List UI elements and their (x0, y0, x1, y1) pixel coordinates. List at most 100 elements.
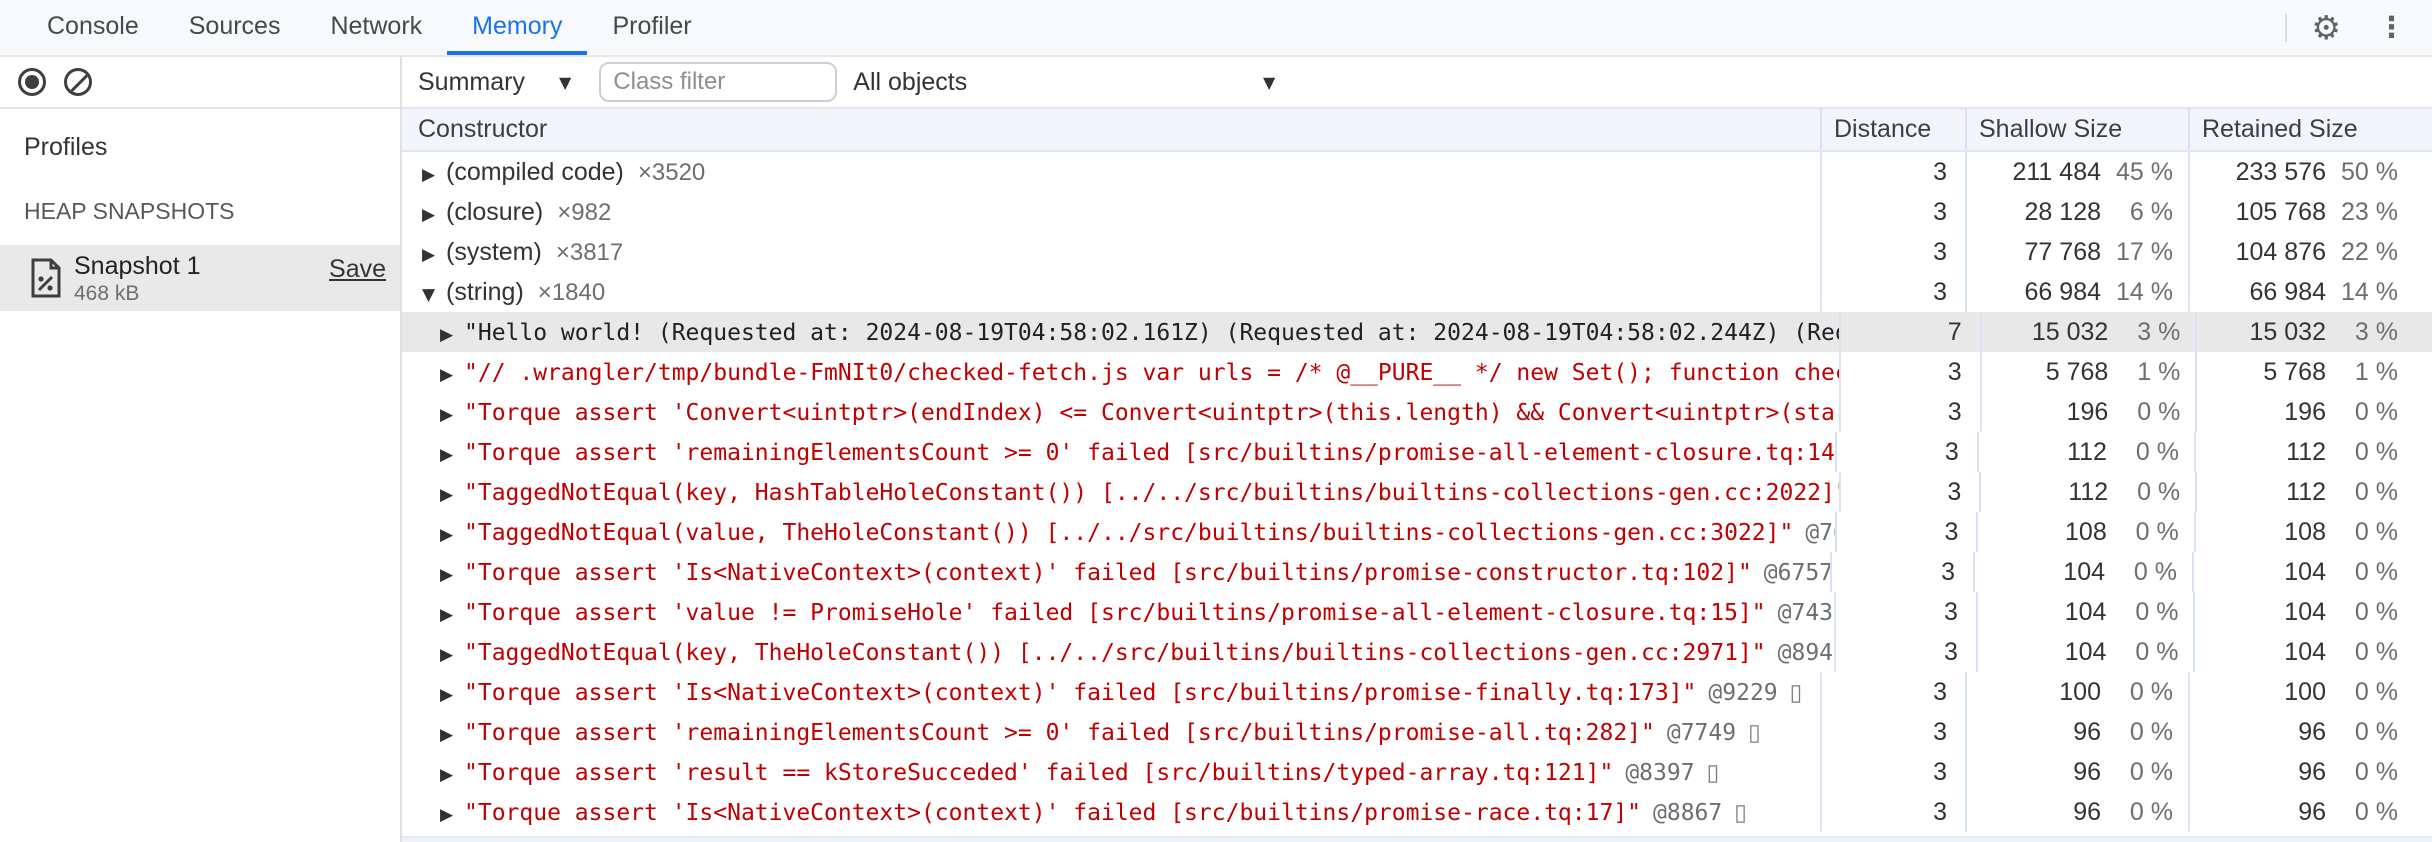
object-id: @9229 (1708, 680, 1778, 706)
tab-network[interactable]: Network (305, 0, 447, 55)
save-snapshot-link[interactable]: Save (329, 255, 386, 284)
constructor-cell[interactable]: ▶ (system) ×3817 (402, 232, 1822, 272)
constructor-cell[interactable]: ▶ "Torque assert 'Is<NativeContext>(conte… (402, 672, 1822, 712)
column-header-distance[interactable]: Distance (1822, 109, 1967, 150)
retained-size-percent: 14 % (2341, 278, 2398, 306)
shallow-size-value: 96 (2073, 758, 2101, 786)
constructor-cell[interactable]: ▶ "Torque assert 'Convert<uintptr>(endInd… (402, 392, 1842, 432)
heap-grid-row[interactable]: ▶ "Hello world! (Requested at: 2024-08-19… (402, 312, 2432, 352)
constructor-cell[interactable]: ▶ "Torque assert 'remainingElementsCount … (402, 432, 1838, 472)
constructor-name: "Torque assert 'Is<NativeContext>(contex… (464, 680, 1697, 706)
disclosure-triangle-icon[interactable]: ▶ (440, 355, 464, 392)
shallow-size-value: 5 768 (2045, 358, 2109, 386)
retained-size-percent: 50 % (2341, 158, 2398, 186)
heap-grid-row[interactable]: ▶ "Torque assert 'Is<NativeContext>(conte… (402, 792, 2432, 832)
class-filter-input[interactable] (599, 62, 838, 102)
constructor-cell[interactable]: ▶ "Torque assert 'Is<NativeContext>(conte… (402, 552, 1833, 592)
distance-cell: 3 (1841, 472, 1982, 512)
disclosure-triangle-icon[interactable]: ▶ (440, 515, 464, 552)
constructor-cell[interactable]: ▶ (compiled code) ×3520 (402, 152, 1822, 192)
constructor-cell[interactable]: ▶ "Torque assert 'Is<NativeContext>(conte… (402, 792, 1822, 832)
disclosure-triangle-icon[interactable]: ▶ (422, 155, 446, 192)
perspective-select[interactable]: Summary ▼ (418, 68, 571, 97)
tab-console[interactable]: Console (22, 0, 164, 55)
tab-memory[interactable]: Memory (447, 0, 588, 55)
settings-gear-icon[interactable]: ⚙ (2311, 11, 2341, 44)
heap-grid-row[interactable]: ▶ "TaggedNotEqual(key, TheHoleConstant())… (402, 632, 2432, 672)
object-scope-select[interactable]: All objects ▼ (853, 68, 1275, 97)
shallow-size-cell: 15 032 3 % (1982, 312, 2198, 352)
constructor-cell[interactable]: ▶ "Torque assert 'value != PromiseHole' f… (402, 592, 1837, 632)
heap-grid-row[interactable]: ▶ "TaggedNotEqual(value, TheHoleConstant(… (402, 512, 2432, 552)
heap-grid-row[interactable]: ▶ "Torque assert 'value != PromiseHole' f… (402, 592, 2432, 632)
retained-size-cell: 104 0 % (2194, 552, 2432, 592)
object-id: @7437 (1777, 600, 1834, 626)
snapshot-title: Snapshot 1 (74, 252, 201, 280)
distance-cell: 3 (1822, 672, 1967, 712)
heap-grid-row[interactable]: ▶ (closure) ×982 3 28 128 6 % 105 768 23 % (402, 192, 2432, 232)
constructor-cell[interactable]: ▶ (closure) ×982 (402, 192, 1822, 232)
disclosure-triangle-icon[interactable]: ▶ (440, 315, 464, 352)
heap-grid-row[interactable]: ▼ (string) ×1840 3 66 984 14 % 66 984 14 % (402, 272, 2432, 312)
disclosure-triangle-icon[interactable]: ▶ (440, 715, 464, 752)
heap-grid-row[interactable]: ▶ "Torque assert 'remainingElementsCount … (402, 712, 2432, 752)
shallow-size-percent: 6 % (2129, 198, 2173, 226)
retained-size-cell: 112 0 % (2197, 472, 2432, 512)
retained-size-value: 104 876 (2235, 238, 2326, 266)
heap-grid-row[interactable]: ▶ "Torque assert 'Is<NativeContext>(conte… (402, 672, 2432, 712)
heap-grid-row[interactable]: ▶ "Torque assert 'Convert<uintptr>(endInd… (402, 392, 2432, 432)
retained-size-value: 196 (2284, 398, 2326, 426)
retained-size-cell: 196 0 % (2197, 392, 2432, 432)
disclosure-triangle-icon[interactable]: ▶ (440, 595, 464, 632)
tab-profiler[interactable]: Profiler (587, 0, 716, 55)
object-id: @7611 (1805, 520, 1835, 546)
retained-size-percent: 0 % (2354, 758, 2398, 786)
disclosure-triangle-icon[interactable]: ▶ (440, 755, 464, 792)
column-header-constructor[interactable]: Constructor (402, 109, 1822, 150)
retained-size-cell: 100 0 % (2190, 672, 2432, 712)
constructor-cell[interactable]: ▶ "Torque assert 'result == kStoreSuccede… (402, 752, 1822, 792)
retained-size-value: 96 (2298, 798, 2326, 826)
heap-grid-row[interactable]: ▶ (compiled code) ×3520 3 211 484 45 % 233 … (402, 152, 2432, 192)
disclosure-triangle-icon[interactable]: ▼ (422, 275, 446, 312)
snapshot-list-item[interactable]: Snapshot 1 468 kB Save (0, 245, 400, 311)
constructor-cell[interactable]: ▶ "Hello world! (Requested at: 2024-08-19… (402, 312, 1842, 352)
distance-cell: 3 (1822, 192, 1967, 232)
tab-sources[interactable]: Sources (164, 0, 306, 55)
disclosure-triangle-icon[interactable]: ▶ (440, 475, 464, 512)
shallow-size-value: 196 (2066, 398, 2109, 426)
box-glyph-icon: ▯ (1706, 760, 1720, 786)
heap-grid-row[interactable]: ▶ "Torque assert 'remainingElementsCount … (402, 432, 2432, 472)
disclosure-triangle-icon[interactable]: ▶ (422, 235, 446, 272)
retained-size-percent: 0 % (2354, 558, 2398, 586)
heap-grid-row[interactable]: ▶ "TaggedNotEqual(key, HashTableHoleConst… (402, 472, 2432, 512)
take-snapshot-icon[interactable] (18, 68, 46, 96)
retained-size-cell: 104 0 % (2195, 592, 2432, 632)
constructor-cell[interactable]: ▶ "TaggedNotEqual(key, TheHoleConstant())… (402, 632, 1837, 672)
heap-grid-row[interactable]: ▶ "Torque assert 'result == kStoreSuccede… (402, 752, 2432, 792)
distance-cell: 3 (1822, 232, 1967, 272)
more-options-icon[interactable]: ⋮ (2377, 13, 2406, 42)
clear-profiles-icon[interactable] (64, 68, 92, 96)
disclosure-triangle-icon[interactable]: ▶ (440, 555, 464, 592)
constructor-cell[interactable]: ▶ "Torque assert 'remainingElementsCount … (402, 712, 1822, 752)
heap-grid-row[interactable]: ▶ "Torque assert 'Is<NativeContext>(conte… (402, 552, 2432, 592)
shallow-size-percent: 1 % (2137, 358, 2181, 386)
heap-grid-row[interactable]: ▶ (system) ×3817 3 77 768 17 % 104 876 22 % (402, 232, 2432, 272)
constructor-cell[interactable]: ▶ "// .wrangler/tmp/bundle-FmNIt0/checked… (402, 352, 1842, 392)
constructor-cell[interactable]: ▶ "TaggedNotEqual(value, TheHoleConstant(… (402, 512, 1837, 552)
disclosure-triangle-icon[interactable]: ▶ (440, 675, 464, 712)
box-glyph-icon: ▯ (1748, 720, 1761, 746)
shallow-size-percent: 0 % (2135, 438, 2179, 466)
disclosure-triangle-icon[interactable]: ▶ (440, 635, 464, 672)
column-header-retained-size[interactable]: Retained Size (2190, 109, 2432, 150)
heap-grid-row[interactable]: ▶ "// .wrangler/tmp/bundle-FmNIt0/checked… (402, 352, 2432, 392)
disclosure-triangle-icon[interactable]: ▶ (440, 795, 464, 832)
disclosure-triangle-icon[interactable]: ▶ (422, 195, 446, 232)
constructor-cell[interactable]: ▶ "TaggedNotEqual(key, HashTableHoleConst… (402, 472, 1841, 512)
tab-bar-actions: ⚙ ⋮ (2285, 0, 2416, 55)
column-header-shallow-size[interactable]: Shallow Size (1967, 109, 2190, 150)
disclosure-triangle-icon[interactable]: ▶ (440, 395, 464, 432)
constructor-cell[interactable]: ▼ (string) ×1840 (402, 272, 1822, 312)
disclosure-triangle-icon[interactable]: ▶ (440, 435, 464, 472)
